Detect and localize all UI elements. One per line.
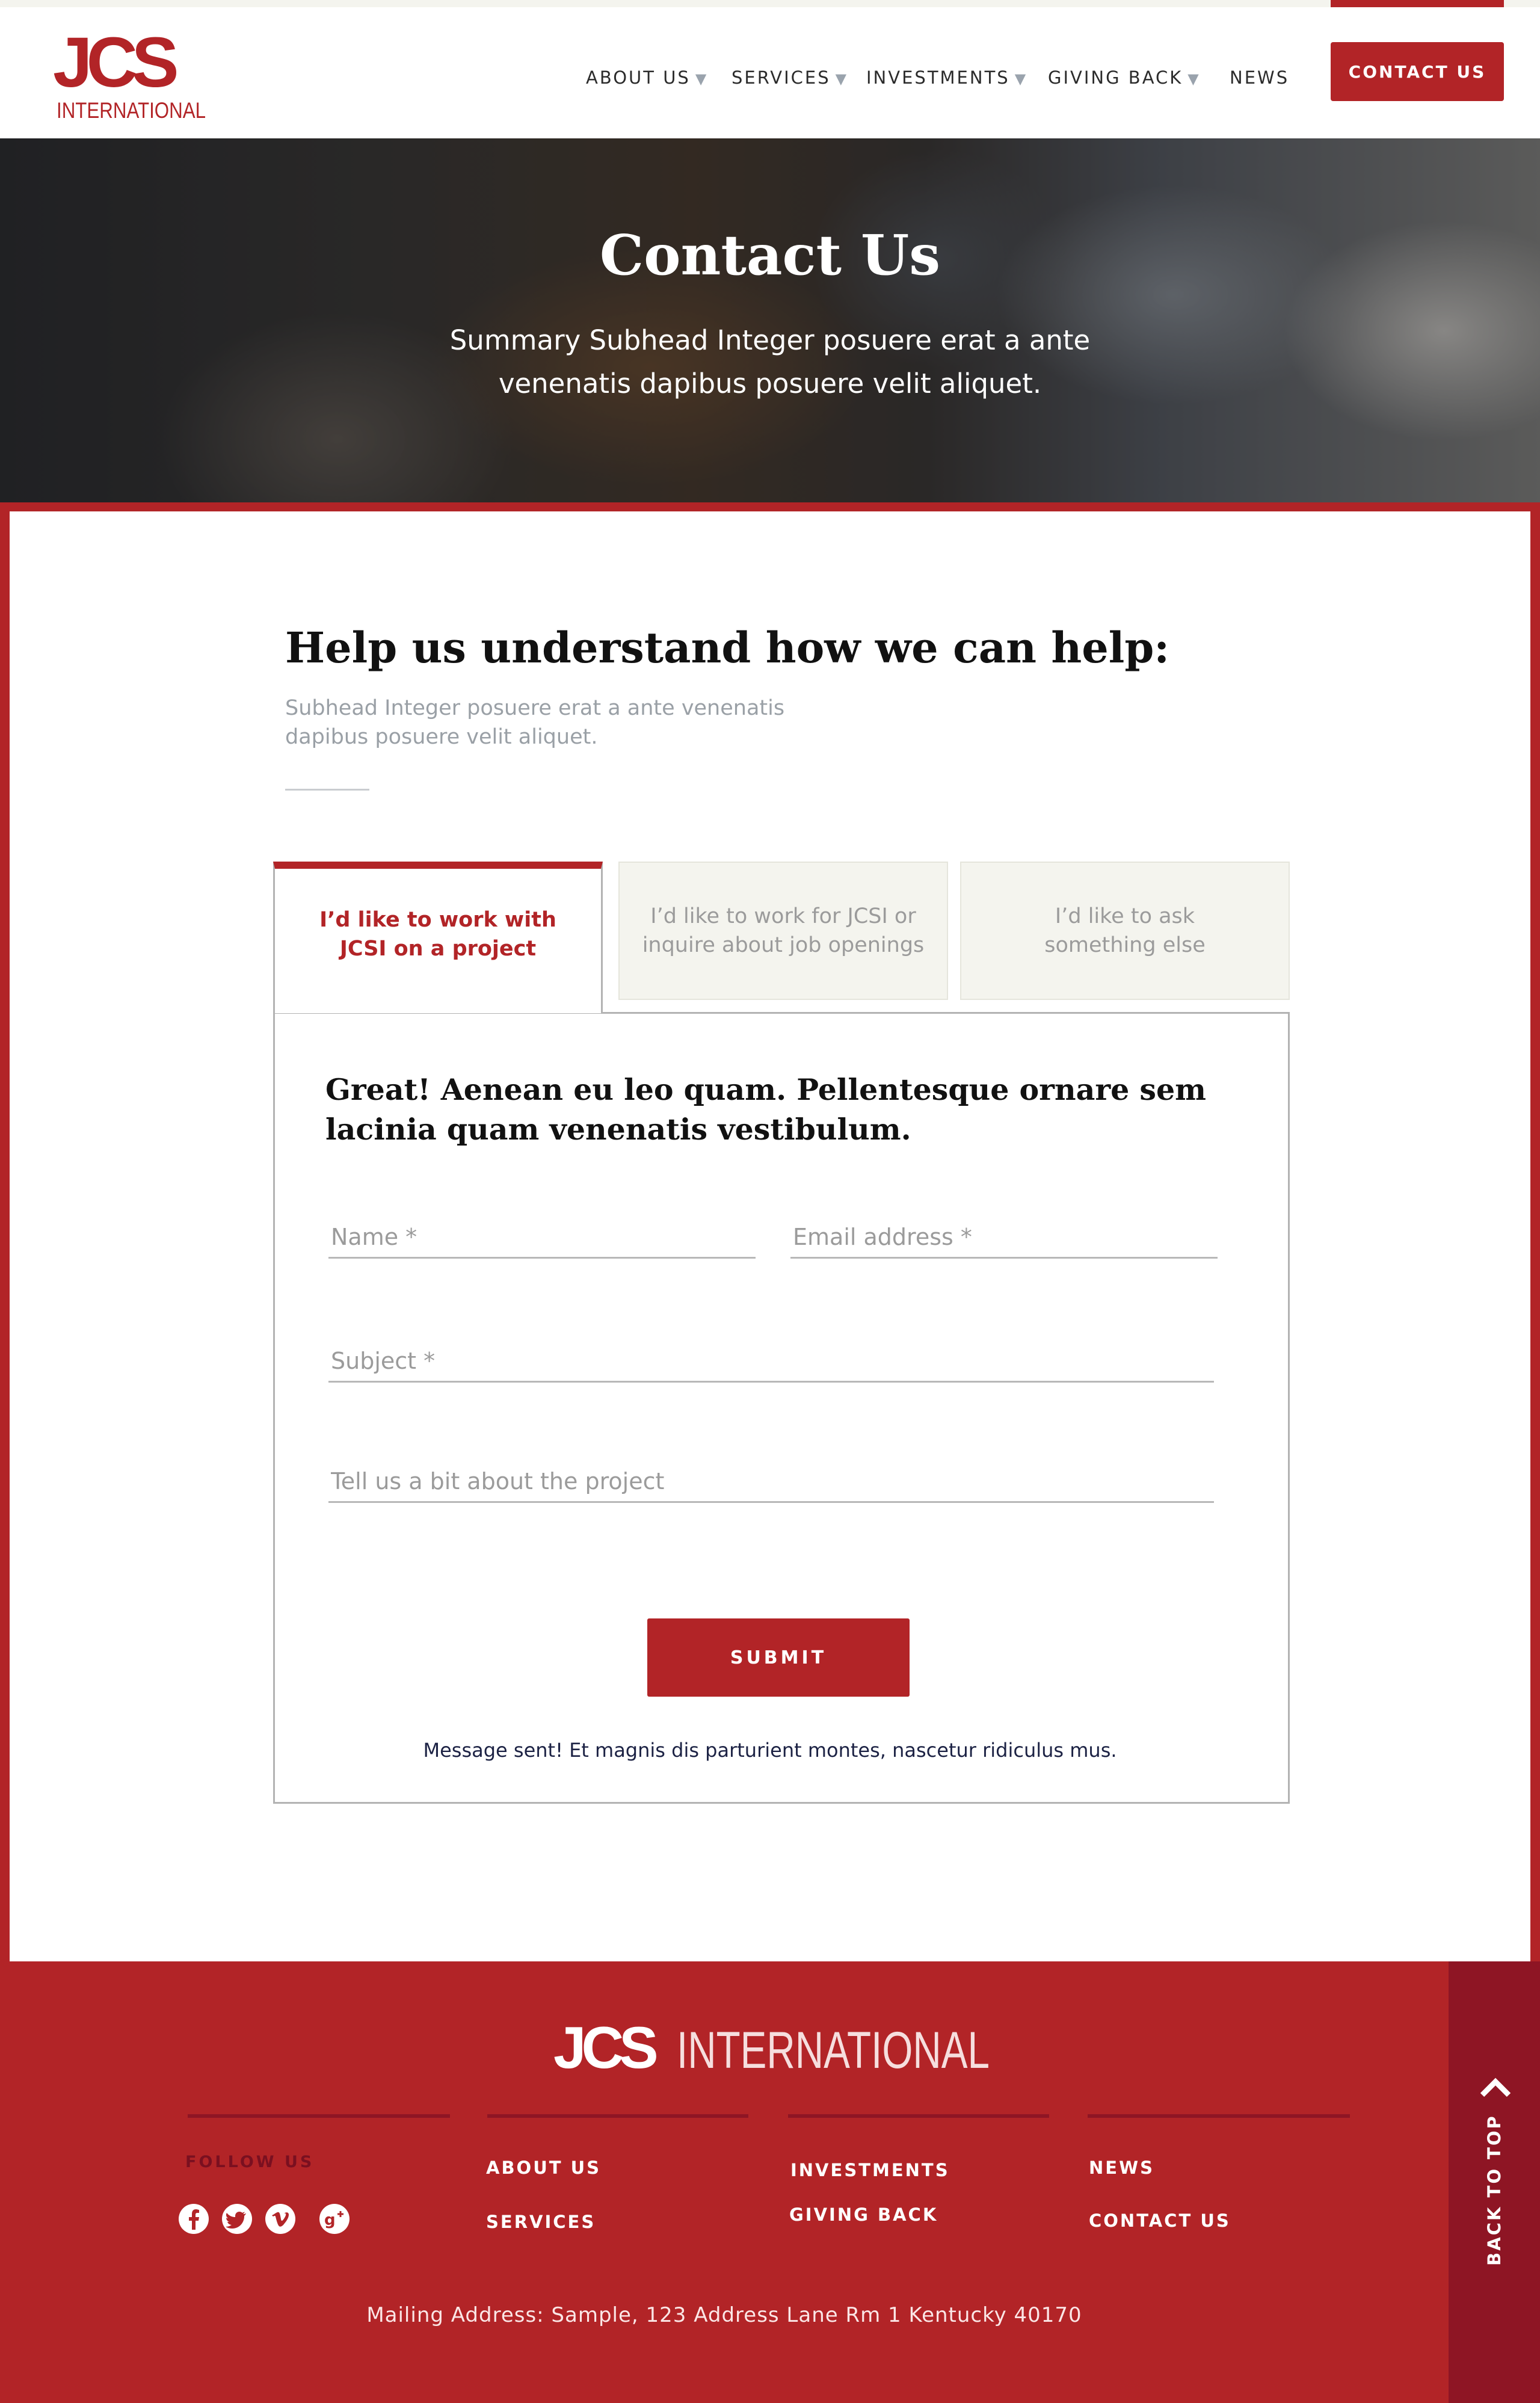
chevron-up-icon[interactable] xyxy=(1480,2076,1511,2100)
svg-text:g: g xyxy=(324,2211,336,2229)
google-plus-icon[interactable]: g xyxy=(319,2203,350,2235)
tab-ask-something-else[interactable]: I’d like to ask something else xyxy=(960,862,1290,1000)
footer-link-services[interactable]: SERVICES xyxy=(486,2212,596,2232)
contact-button-accent xyxy=(1331,0,1504,7)
main-nav: ABOUT US ▼ SERVICES ▼ INVESTMENTS ▼ GIVING … xyxy=(0,67,1540,91)
email-field[interactable] xyxy=(790,1217,1218,1259)
submit-button[interactable]: SUBMIT xyxy=(647,1618,910,1697)
tab-work-for-jcsi[interactable]: I’d like to work for JCSI or inquire abo… xyxy=(618,862,948,1000)
chevron-down-icon: ▼ xyxy=(1187,70,1201,87)
footer-divider xyxy=(1088,2114,1350,2118)
footer-divider xyxy=(788,2114,1049,2118)
section-subtitle: Subhead Integer posuere erat a ante vene… xyxy=(285,696,785,749)
hero-subtitle: Summary Subhead Integer posuere erat a a… xyxy=(449,324,1091,399)
section-title: Help us understand how we can help: xyxy=(285,623,1170,673)
contact-us-button[interactable]: CONTACT US xyxy=(1331,42,1504,101)
footer-logo[interactable]: JCS INTERNATIONAL xyxy=(553,2019,993,2076)
follow-us-heading: FOLLOW US xyxy=(185,2153,315,2171)
site-header: JCS INTERNATIONAL ABOUT US ▼ SERVICES ▼ IN… xyxy=(0,7,1540,138)
nav-giving-back[interactable]: GIVING BACK ▼ xyxy=(1048,67,1201,88)
nav-about-us[interactable]: ABOUT US ▼ xyxy=(586,67,708,88)
footer-link-contact-us[interactable]: CONTACT US xyxy=(1089,2210,1231,2231)
footer-link-giving-back[interactable]: GIVING BACK xyxy=(789,2204,938,2225)
tab-work-with-jcsi[interactable]: I’d like to work with JCSI on a project xyxy=(273,862,603,1013)
page-title: Contact Us xyxy=(599,223,941,288)
logo-subtext: INTERNATIONAL xyxy=(57,98,206,123)
name-field[interactable] xyxy=(328,1217,756,1259)
top-strip xyxy=(0,0,1540,7)
nav-news[interactable]: NEWS xyxy=(1230,67,1289,88)
footer-logo-subtext: INTERNATIONAL xyxy=(677,2022,990,2076)
mailing-address: Mailing Address: Sample, 123 Address Lan… xyxy=(366,2303,1082,2327)
message-field[interactable] xyxy=(328,1461,1214,1503)
success-message: Message sent! Et magnis dis parturient m… xyxy=(423,1739,1117,1762)
form-heading: Great! Aenean eu leo quam. Pellentesque … xyxy=(325,1072,1206,1147)
footer-divider xyxy=(188,2114,450,2118)
footer-logo-wordmark: JCS xyxy=(553,2019,656,2076)
chevron-down-icon: ▼ xyxy=(695,70,709,87)
twitter-icon[interactable] xyxy=(221,2203,253,2235)
back-to-top-label[interactable]: BACK TO TOP xyxy=(1484,2114,1505,2266)
chevron-down-icon: ▼ xyxy=(1014,70,1028,87)
subject-field[interactable] xyxy=(328,1340,1214,1383)
logo-wordmark: JCS xyxy=(53,31,177,102)
hero-banner: Contact Us Summary Subhead Integer posue… xyxy=(0,138,1540,502)
divider xyxy=(285,789,369,791)
vimeo-icon[interactable] xyxy=(265,2203,296,2235)
nav-services[interactable]: SERVICES ▼ xyxy=(732,67,848,88)
footer-divider xyxy=(487,2114,748,2118)
footer-link-investments[interactable]: INVESTMENTS xyxy=(790,2160,950,2180)
footer-link-news[interactable]: NEWS xyxy=(1089,2158,1154,2178)
footer-link-about-us[interactable]: ABOUT US xyxy=(486,2158,601,2178)
facebook-icon[interactable] xyxy=(178,2203,209,2235)
chevron-down-icon: ▼ xyxy=(835,70,849,87)
nav-investments[interactable]: INVESTMENTS ▼ xyxy=(866,67,1027,88)
